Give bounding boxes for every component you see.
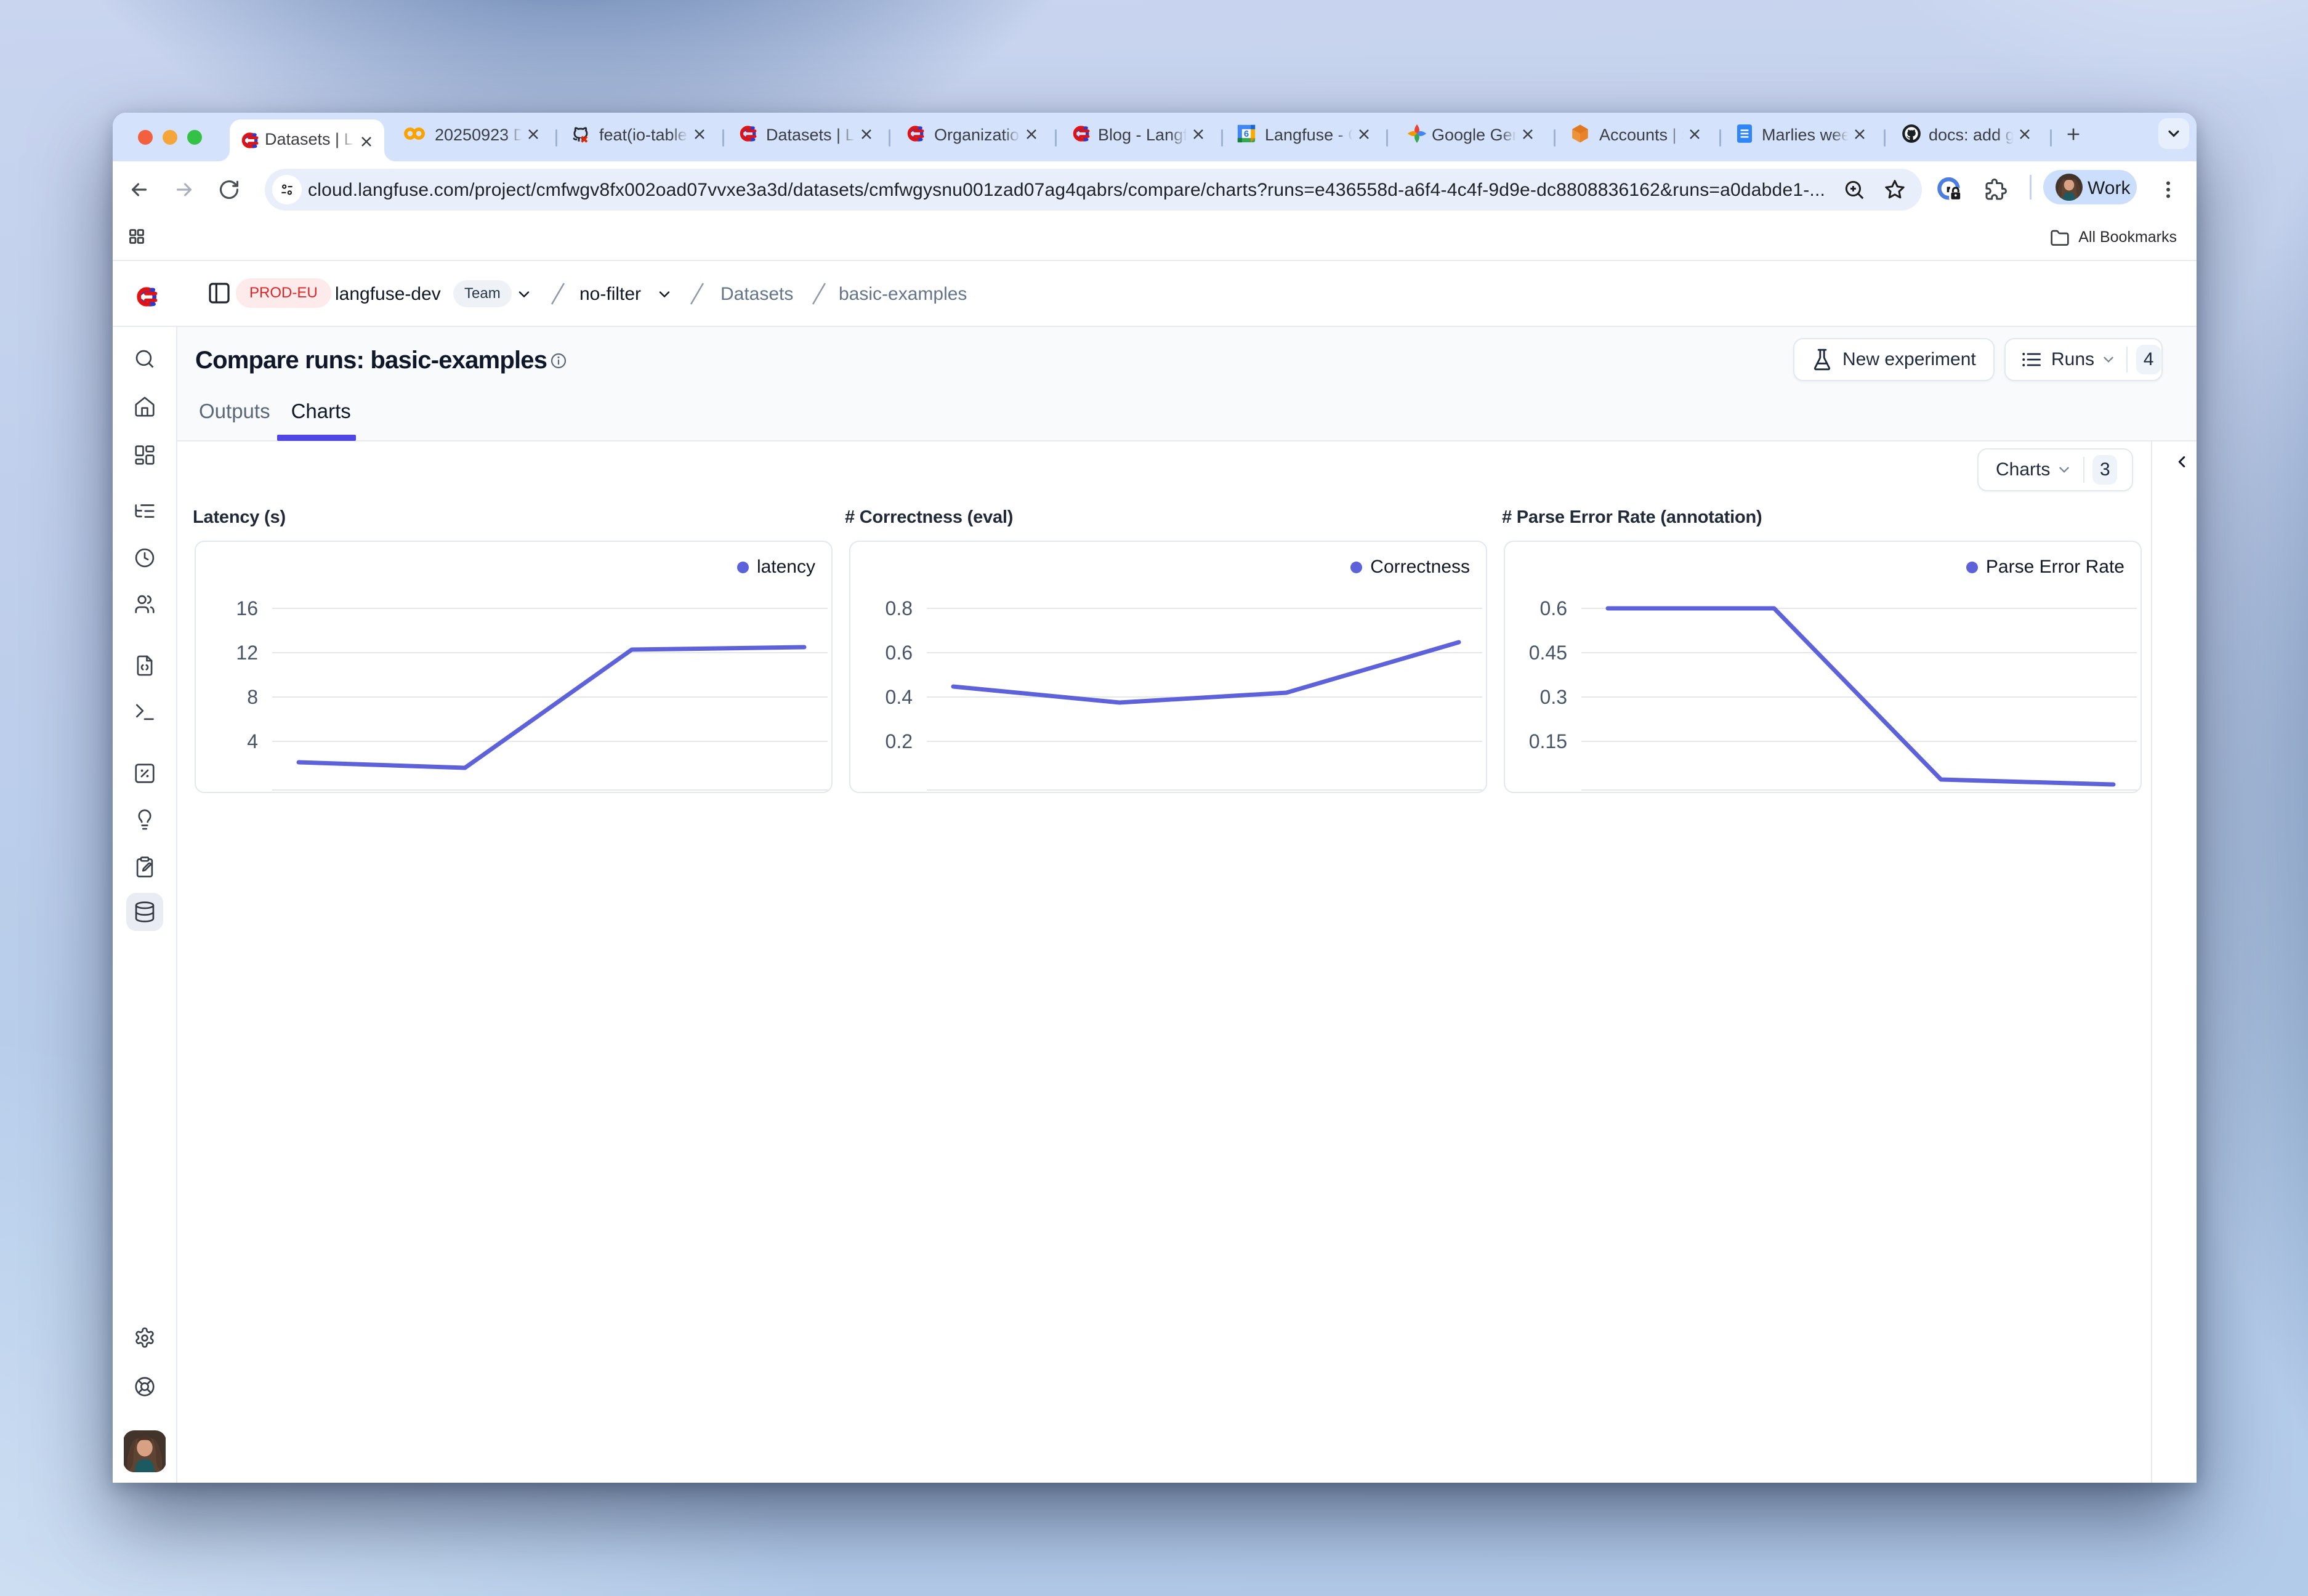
svg-text:0.15: 0.15 bbox=[1529, 730, 1567, 752]
svg-text:16: 16 bbox=[236, 597, 258, 619]
svg-text:0.6: 0.6 bbox=[886, 642, 913, 664]
svg-text:12: 12 bbox=[236, 642, 258, 664]
svg-text:0.45: 0.45 bbox=[1529, 642, 1567, 664]
svg-text:0.4: 0.4 bbox=[886, 686, 913, 708]
svg-text:4: 4 bbox=[247, 730, 258, 752]
svg-text:0.8: 0.8 bbox=[886, 597, 913, 619]
svg-text:0.2: 0.2 bbox=[886, 730, 913, 752]
svg-text:8: 8 bbox=[247, 686, 258, 708]
svg-text:0.6: 0.6 bbox=[1540, 597, 1567, 619]
svg-text:0.3: 0.3 bbox=[1540, 686, 1567, 708]
